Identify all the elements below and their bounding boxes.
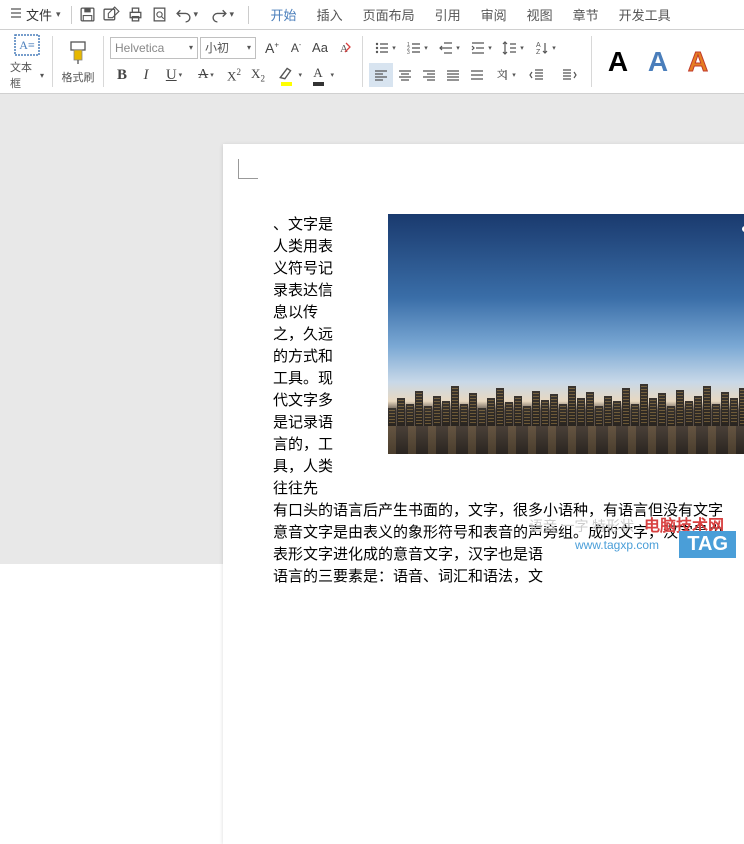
separator — [248, 6, 249, 24]
bold-button[interactable]: B — [110, 63, 134, 87]
tab-review[interactable]: 审阅 — [471, 0, 517, 29]
tab-start[interactable]: 开始 — [261, 0, 307, 29]
tab-devtools[interactable]: 开发工具 — [609, 0, 681, 29]
number-list-button[interactable]: 123▾ — [401, 36, 433, 60]
tab-view[interactable]: 视图 — [517, 0, 563, 29]
undo-icon[interactable] — [172, 3, 196, 27]
redo-icon[interactable] — [208, 3, 232, 27]
text-style-1[interactable]: A — [598, 46, 638, 78]
svg-text:3: 3 — [407, 50, 410, 56]
print-preview-icon[interactable] — [148, 3, 172, 27]
text-style-2[interactable]: A — [638, 46, 678, 78]
save-icon[interactable] — [76, 3, 100, 27]
tab-pagelayout[interactable]: 页面布局 — [353, 0, 425, 29]
tab-insert[interactable]: 插入 — [307, 0, 353, 29]
text-line: 表形文字进化成的意音文字，汉字也是语 — [273, 544, 744, 566]
indent-left-button[interactable] — [521, 63, 553, 87]
separator — [71, 6, 72, 24]
font-grow-button[interactable]: A+ — [260, 36, 284, 60]
undo-dropdown[interactable]: ▾ — [194, 9, 204, 20]
separator — [52, 36, 53, 87]
svg-text:文: 文 — [497, 68, 506, 79]
tab-cite[interactable]: 引用 — [425, 0, 471, 29]
page-corner — [238, 159, 258, 179]
redo-dropdown[interactable]: ▾ — [230, 9, 240, 20]
align-distribute-button[interactable] — [465, 63, 489, 87]
align-left-button[interactable] — [369, 63, 393, 87]
text-style-3[interactable]: A — [678, 46, 718, 78]
faint-text: 语音 一字 特形状 — [529, 516, 634, 536]
textbox-group[interactable]: A≡ 文本框▾ — [4, 32, 50, 91]
chevron-down-icon: ▾ — [189, 43, 193, 52]
linespacing-button[interactable]: ▾ — [497, 36, 529, 60]
highlight-button[interactable]: ▾ — [270, 63, 302, 87]
textbox-icon: A≡ — [13, 32, 41, 57]
chevron-down-icon: ▾ — [247, 43, 251, 52]
save-as-icon[interactable] — [100, 3, 124, 27]
inline-image[interactable] — [388, 214, 744, 454]
font-shrink-button[interactable]: A- — [284, 36, 308, 60]
format-painter-icon — [64, 39, 92, 67]
svg-text:A: A — [536, 42, 541, 49]
font-size-combo[interactable]: 小初 ▾ — [200, 37, 256, 59]
underline-button[interactable]: U▾ — [158, 63, 190, 87]
tag-badge: TAG — [679, 531, 736, 558]
textbox-label: 文本框 — [10, 59, 38, 91]
file-menu-label: 文件 — [26, 5, 52, 24]
fontcolor-swatch — [313, 82, 324, 86]
font-name-combo[interactable]: Helvetica ▾ — [110, 37, 198, 59]
watermark-url: www.tagxp.com — [575, 538, 659, 552]
font-color-button[interactable]: A ▾ — [302, 63, 334, 87]
superscript-button[interactable]: X2 — [222, 63, 246, 87]
svg-text:A≡: A≡ — [19, 38, 35, 52]
separator — [591, 36, 592, 87]
subscript-button[interactable]: X2 — [246, 63, 270, 87]
align-right-button[interactable] — [417, 63, 441, 87]
file-menu[interactable]: 文件 ▾ — [4, 0, 67, 29]
format-painter-group[interactable]: 格式刷 — [55, 32, 101, 91]
indent-right-button[interactable] — [553, 63, 585, 87]
align-justify-button[interactable] — [441, 63, 465, 87]
bullet-list-button[interactable]: ▾ — [369, 36, 401, 60]
highlight-swatch — [281, 82, 292, 86]
font-name-value: Helvetica — [115, 41, 164, 55]
text-direction-button[interactable]: 文▾ — [489, 63, 521, 87]
align-center-button[interactable] — [393, 63, 417, 87]
indent-button[interactable]: ▾ — [465, 36, 497, 60]
ribbon-tabs: 开始 插入 页面布局 引用 审阅 视图 章节 开发工具 — [261, 0, 681, 29]
font-size-value: 小初 — [205, 39, 229, 56]
svg-text:Z: Z — [536, 49, 541, 56]
format-painter-label: 格式刷 — [62, 69, 95, 85]
tab-section[interactable]: 章节 — [563, 0, 609, 29]
italic-button[interactable]: I — [134, 63, 158, 87]
text-line: 语言的三要素是：语音、词汇和语法，文 — [273, 566, 744, 588]
separator — [362, 36, 363, 87]
change-case-button[interactable]: Aa — [308, 36, 332, 60]
strike-button[interactable]: A▾ — [190, 63, 222, 87]
print-icon[interactable] — [124, 3, 148, 27]
separator — [103, 36, 104, 87]
hamburger-icon — [10, 7, 22, 22]
svg-text:A: A — [340, 43, 348, 55]
document-canvas[interactable]: 、文字是人类用表义符号记录表达信息以传之，久远的方式和工具。现代文字多是记录语言… — [0, 94, 744, 564]
page: 、文字是人类用表义符号记录表达信息以传之，久远的方式和工具。现代文字多是记录语言… — [223, 144, 744, 844]
chevron-down-icon: ▾ — [56, 9, 61, 20]
text-column: 、文字是人类用表义符号记录表达信息以传之，久远的方式和工具。现代文字多是记录语言… — [273, 214, 338, 500]
clear-format-button[interactable]: A — [332, 36, 356, 60]
outdent-button[interactable]: ▾ — [433, 36, 465, 60]
sort-button[interactable]: AZ▾ — [529, 36, 561, 60]
